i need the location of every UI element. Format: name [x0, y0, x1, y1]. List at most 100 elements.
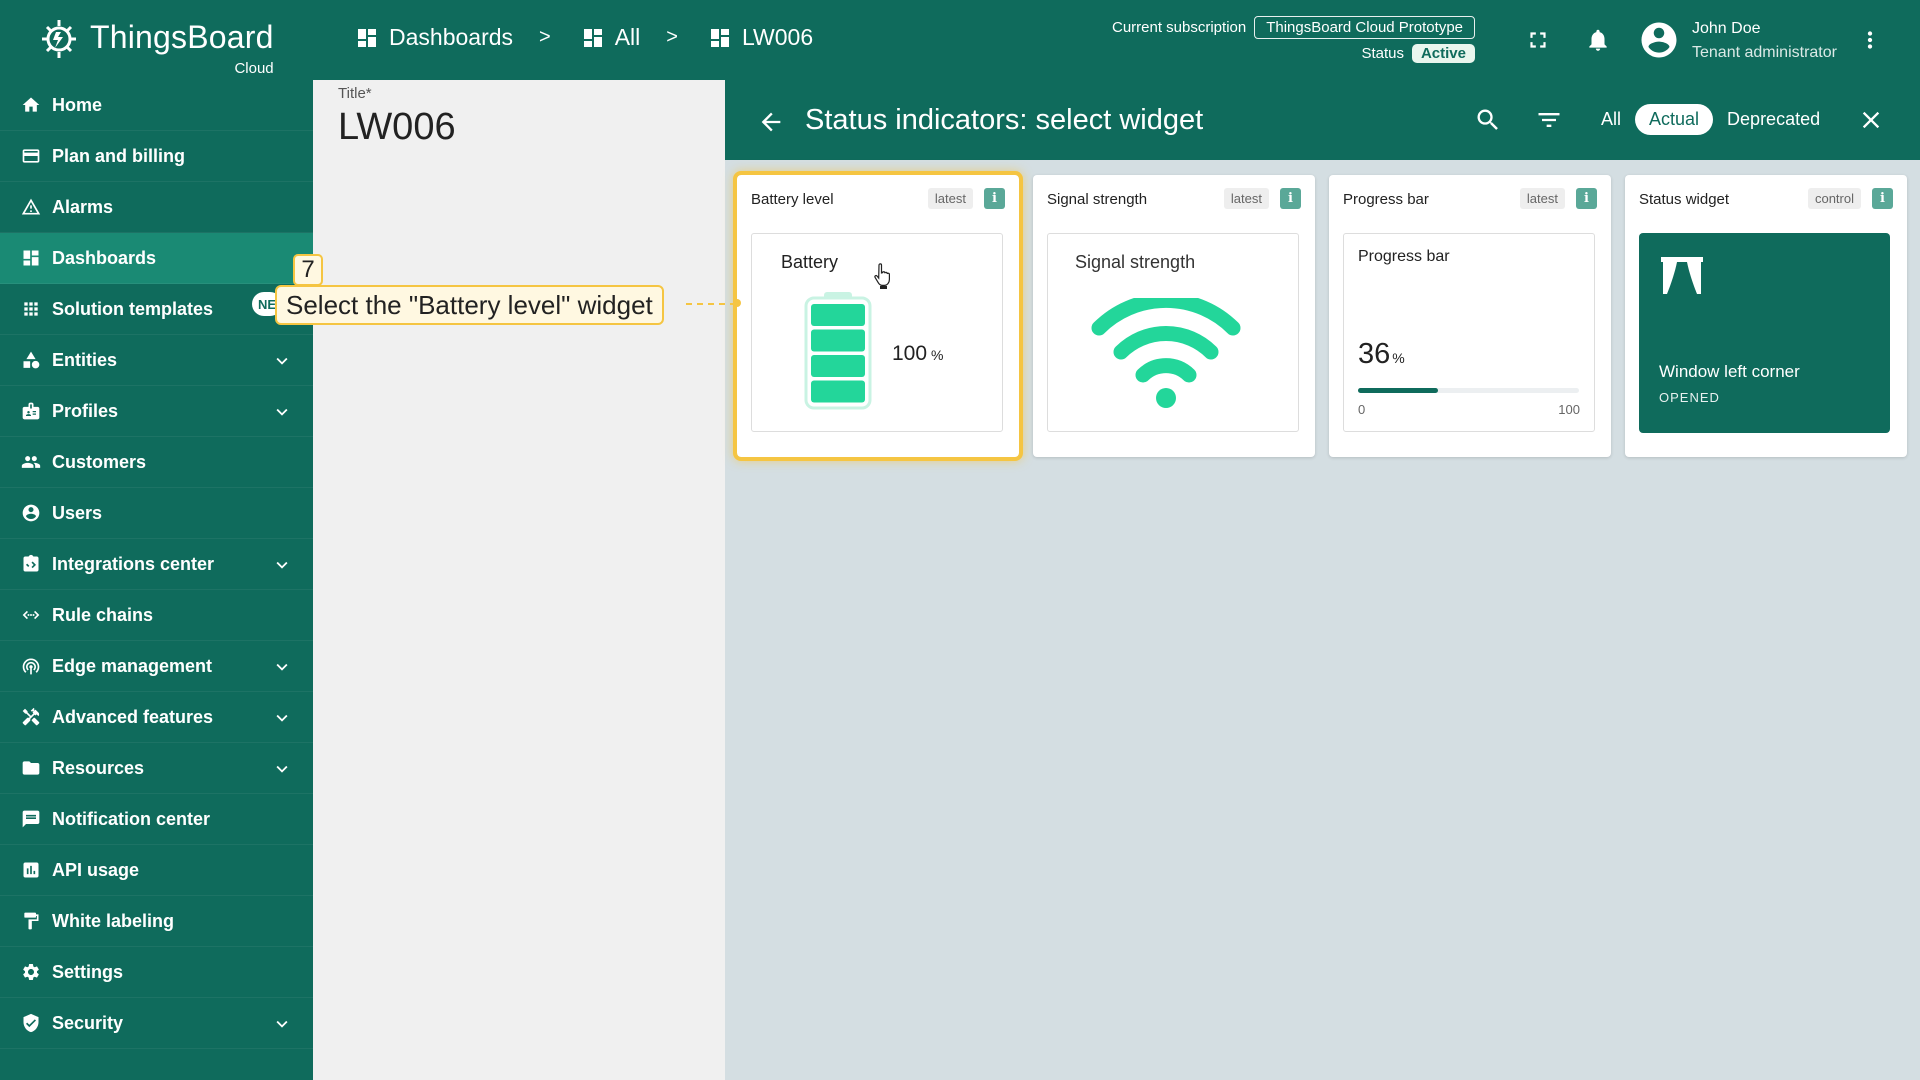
- sidebar-item-label: Users: [52, 502, 103, 523]
- chevron-down-icon[interactable]: [271, 350, 293, 372]
- callout-dot: [733, 299, 741, 307]
- customers-icon: [20, 451, 42, 473]
- widget-card-signal-strength[interactable]: Signal strength latest i Signal strength: [1033, 175, 1315, 457]
- sidebar-item-entities[interactable]: Entities: [0, 335, 313, 386]
- widget-card-title: Battery level: [751, 191, 834, 208]
- status-label: Status: [1361, 44, 1404, 62]
- battery-value: 100%: [892, 342, 944, 366]
- sidebar-item-api-usage[interactable]: API usage: [0, 845, 313, 896]
- breadcrumb-separator: >: [539, 26, 551, 48]
- sidebar-item-alarms[interactable]: Alarms: [0, 182, 313, 233]
- user-name: John Doe: [1692, 20, 1761, 37]
- progress-max: 100: [1558, 402, 1580, 417]
- status-preview-state: OPENED: [1659, 390, 1720, 405]
- filter-icon[interactable]: [1535, 106, 1563, 134]
- info-icon[interactable]: i: [1576, 188, 1597, 209]
- breadcrumb-label: All: [614, 24, 641, 50]
- sidebar-item-label: Notification center: [52, 808, 211, 829]
- sidebar-item-profiles[interactable]: Profiles: [0, 386, 313, 437]
- integrations-icon: [20, 553, 42, 575]
- breadcrumb-item-dashboards[interactable]: Dashboards: [355, 24, 513, 51]
- notifications-bell-icon[interactable]: [1582, 24, 1614, 56]
- sidebar-item-home[interactable]: Home: [0, 80, 313, 131]
- sidebar-item-settings[interactable]: Settings: [0, 947, 313, 998]
- chevron-down-icon[interactable]: [271, 758, 293, 780]
- status-badge: Active: [1411, 43, 1475, 63]
- widget-type-tag: latest: [1223, 188, 1269, 209]
- info-icon[interactable]: i: [984, 188, 1005, 209]
- billing-icon: [20, 145, 42, 167]
- sidebar-item-label: Profiles: [52, 400, 119, 421]
- title-field-label: Title*: [338, 85, 372, 102]
- info-icon[interactable]: i: [1280, 188, 1301, 209]
- sidebar-item-customers[interactable]: Customers: [0, 437, 313, 488]
- widget-card-status-widget[interactable]: Status widget control i Window left corn…: [1625, 175, 1907, 457]
- chevron-down-icon[interactable]: [271, 1013, 293, 1035]
- widget-preview: Window left corner OPENED: [1639, 233, 1890, 433]
- sidebar-item-label: Home: [52, 94, 103, 115]
- widget-preview: Signal strength: [1047, 233, 1299, 432]
- sidebar-item-label: Advanced features: [52, 706, 214, 727]
- subscription-info: Current subscription ThingsBoard Cloud P…: [1075, 14, 1475, 66]
- home-icon: [20, 94, 42, 116]
- sidebar-item-dashboards[interactable]: Dashboards: [0, 233, 313, 284]
- edge-icon: [20, 655, 42, 677]
- dashboard-icon: [583, 28, 602, 47]
- widget-card-title: Status widget: [1639, 191, 1730, 208]
- fullscreen-icon[interactable]: [1522, 24, 1554, 56]
- sidebar-item-integrations-center[interactable]: Integrations center: [0, 539, 313, 590]
- breadcrumb-item-all[interactable]: All: [581, 24, 641, 51]
- sidebar-item-label: Solution templates: [52, 298, 214, 319]
- sidebar-item-plan-and-billing[interactable]: Plan and billing: [0, 131, 313, 182]
- sidebar-item-label: Customers: [52, 451, 147, 472]
- folder-icon: [20, 757, 42, 779]
- dashboard-icon: [20, 247, 42, 269]
- battery-icon: [804, 292, 872, 410]
- sidebar-item-label: Plan and billing: [52, 145, 186, 166]
- dashboard-title[interactable]: LW006: [338, 106, 456, 149]
- logo-subtitle: Cloud: [234, 60, 274, 77]
- sidebar-item-label: Edge management: [52, 655, 213, 676]
- user-icon: [20, 502, 42, 524]
- widget-select-panel: Status indicators: select widget All Act…: [725, 80, 1920, 1080]
- profiles-icon: [20, 400, 42, 422]
- sidebar-item-edge-management[interactable]: Edge management: [0, 641, 313, 692]
- tab-deprecated[interactable]: Deprecated: [1713, 104, 1834, 135]
- chevron-down-icon[interactable]: [271, 656, 293, 678]
- sidebar-item-security[interactable]: Security: [0, 998, 313, 1049]
- close-icon[interactable]: [1857, 106, 1885, 134]
- subscription-plan[interactable]: ThingsBoard Cloud Prototype: [1254, 15, 1475, 39]
- sidebar-item-resources[interactable]: Resources: [0, 743, 313, 794]
- search-icon[interactable]: [1474, 106, 1502, 134]
- sidebar-item-rule-chains[interactable]: Rule chains: [0, 590, 313, 641]
- breadcrumb-item-lw006: LW006: [708, 24, 813, 51]
- paint-roller-icon: [20, 910, 42, 932]
- chevron-down-icon[interactable]: [271, 554, 293, 576]
- battery-preview-title: Battery: [781, 252, 839, 272]
- progress-min: 0: [1358, 402, 1366, 417]
- chevron-down-icon[interactable]: [271, 707, 293, 729]
- progress-value: 36%: [1358, 338, 1405, 371]
- sidebar-item-advanced-features[interactable]: Advanced features: [0, 692, 313, 743]
- sidebar-item-users[interactable]: Users: [0, 488, 313, 539]
- top-bar: ThingsBoard Cloud Dashboards > All > LW0…: [0, 0, 1920, 80]
- signal-preview-title: Signal strength: [1075, 252, 1196, 272]
- widget-card-battery-level[interactable]: Battery level latest i Battery 100%: [733, 171, 1023, 461]
- battery-segment: [811, 355, 865, 377]
- tab-all[interactable]: All: [1587, 104, 1635, 135]
- avatar[interactable]: [1638, 19, 1680, 61]
- user-info[interactable]: John Doe Tenant administrator: [1692, 17, 1837, 65]
- hand-cursor-icon: [874, 263, 890, 289]
- widget-card-progress-bar[interactable]: Progress bar latest i Progress bar 36% 0…: [1329, 175, 1611, 457]
- arrow-back-icon[interactable]: [757, 108, 785, 136]
- sidebar-item-label: Entities: [52, 349, 118, 370]
- info-icon[interactable]: i: [1872, 188, 1893, 209]
- battery-value-unit: %: [931, 347, 944, 363]
- sidebar-item-white-labeling[interactable]: White labeling: [0, 896, 313, 947]
- tab-actual[interactable]: Actual: [1635, 104, 1714, 135]
- logo[interactable]: ThingsBoard Cloud: [34, 12, 274, 76]
- chevron-down-icon[interactable]: [271, 401, 293, 423]
- sidebar-item-notification-center[interactable]: Notification center: [0, 794, 313, 845]
- sidebar-item-label: White labeling: [52, 910, 175, 931]
- more-vert-icon[interactable]: [1854, 24, 1886, 56]
